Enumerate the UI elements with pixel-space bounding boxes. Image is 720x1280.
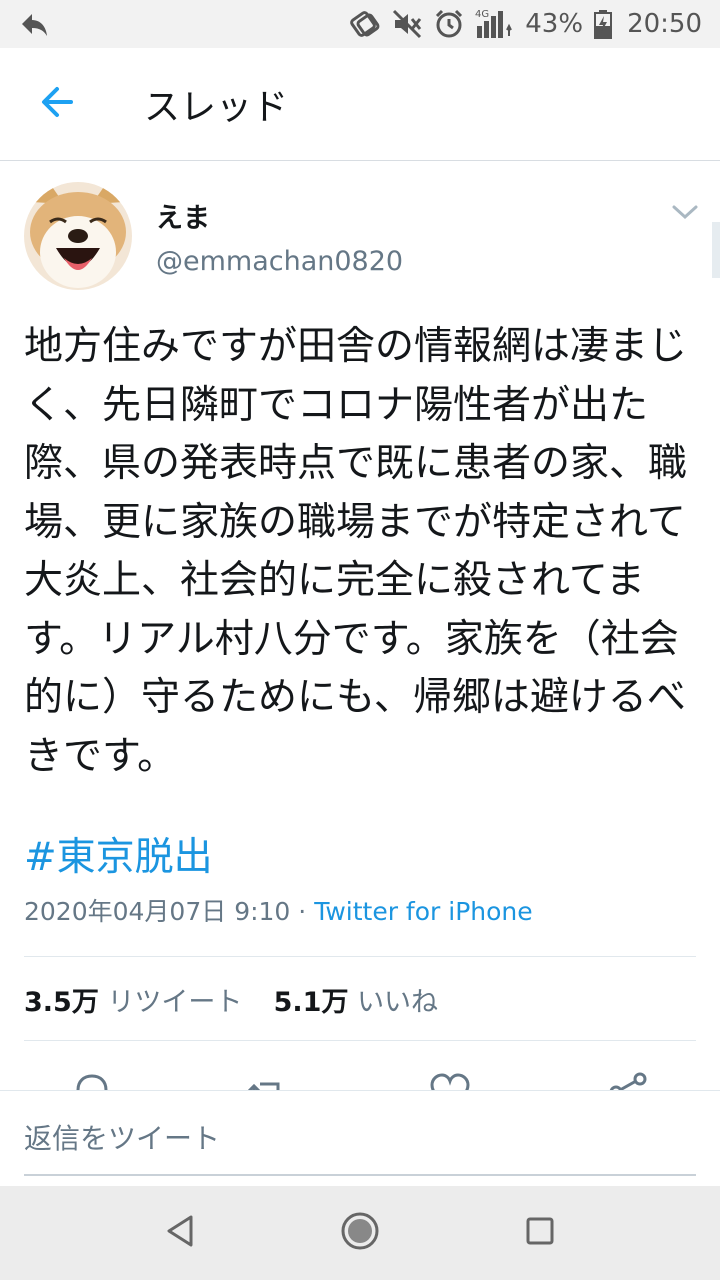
tweet-actions xyxy=(0,1048,720,1090)
app-bar: スレッド xyxy=(0,48,720,161)
avatar[interactable] xyxy=(24,182,132,290)
like-icon[interactable] xyxy=(428,1070,472,1090)
page-title: スレッド xyxy=(144,87,289,128)
retweet-count[interactable]: 3.5万 xyxy=(24,987,99,1018)
tweet-stats: 3.5万 リツイート 5.1万 いいね xyxy=(24,980,438,1019)
nav-recents-button[interactable] xyxy=(513,1206,567,1260)
author-handle[interactable]: @emmachan0820 xyxy=(156,246,403,277)
status-bar: 4G 43% 20:50 xyxy=(0,0,720,48)
nav-home-button[interactable] xyxy=(333,1206,387,1260)
retweet-label[interactable]: リツイート xyxy=(107,987,242,1018)
reply-underline xyxy=(24,1174,696,1176)
meta-separator: · xyxy=(290,897,315,926)
reply-input[interactable]: 返信をツイート xyxy=(24,1117,220,1157)
back-button[interactable] xyxy=(22,69,92,139)
scrollbar[interactable] xyxy=(712,222,720,278)
nfc-icon xyxy=(349,8,381,40)
network-label: 4G xyxy=(475,9,489,20)
clock: 20:50 xyxy=(627,9,702,39)
square-recents-icon xyxy=(525,1216,555,1250)
author-name[interactable]: えま xyxy=(156,196,210,235)
hashtag-link[interactable]: #東京脱出 xyxy=(24,826,213,882)
reply-bar: 返信をツイート xyxy=(0,1090,720,1187)
divider xyxy=(24,1040,696,1041)
signal-icon: 4G xyxy=(475,8,515,40)
tweet-meta: 2020年04月07日 9:10 · Twitter for iPhone xyxy=(24,892,533,928)
system-nav-bar xyxy=(0,1186,720,1280)
like-count[interactable]: 5.1万 xyxy=(274,987,349,1018)
battery-percent: 43% xyxy=(525,9,584,39)
nav-back-button[interactable] xyxy=(153,1206,207,1260)
tweet-author: えま @emmachan0820 xyxy=(24,182,704,294)
share-icon[interactable] xyxy=(606,1070,650,1090)
tweet-source-link[interactable]: Twitter for iPhone xyxy=(314,897,532,926)
triangle-back-icon xyxy=(165,1214,195,1252)
tweet-text: 地方住みですが田舎の情報網は凄まじく、先日隣町でコロナ陽性者が出た際、県の発表時… xyxy=(24,324,688,779)
home-circle-icon xyxy=(340,1211,380,1255)
mute-icon xyxy=(391,8,423,40)
like-label[interactable]: いいね xyxy=(357,987,438,1018)
reply-icon[interactable] xyxy=(70,1070,114,1090)
arrow-left-icon xyxy=(39,84,75,124)
chevron-down-icon[interactable] xyxy=(670,202,700,222)
retweet-icon[interactable] xyxy=(244,1070,288,1090)
alarm-icon xyxy=(433,8,465,40)
divider xyxy=(24,956,696,957)
tweet-date: 2020年04月07日 9:10 xyxy=(24,897,291,926)
battery-icon xyxy=(593,8,613,40)
back-arrow-icon[interactable] xyxy=(18,8,50,40)
